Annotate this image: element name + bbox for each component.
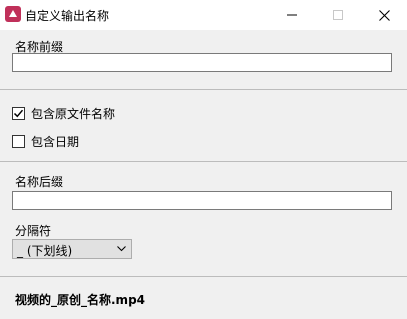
suffix-label: 名称后缀 <box>15 175 64 189</box>
separator-selected-value: _ (下划线) <box>17 244 73 258</box>
separator-select[interactable]: _ (下划线) <box>12 239 132 259</box>
title-bar: 自定义输出名称 <box>0 0 407 30</box>
minimize-icon <box>287 14 297 16</box>
minimize-button[interactable] <box>269 0 315 30</box>
close-button[interactable] <box>361 0 407 30</box>
output-name-preview: 视频的_原创_名称.mp4 <box>15 293 146 307</box>
separator-label: 分隔符 <box>15 224 52 238</box>
prefix-input[interactable] <box>12 53 392 72</box>
divider <box>0 276 407 277</box>
include-original-option[interactable]: 包含原文件名称 <box>12 105 115 122</box>
suffix-input[interactable] <box>12 191 392 210</box>
maximize-button[interactable] <box>315 0 361 30</box>
include-date-label: 包含日期 <box>31 135 80 149</box>
maximize-icon <box>333 10 343 20</box>
divider <box>0 89 407 90</box>
close-icon <box>378 9 390 21</box>
divider <box>0 161 407 162</box>
checkmark-icon <box>13 109 24 118</box>
include-original-checkbox[interactable] <box>12 107 25 120</box>
chevron-down-icon <box>117 246 126 252</box>
app-icon <box>5 6 21 22</box>
include-date-checkbox[interactable] <box>12 135 25 148</box>
include-date-option[interactable]: 包含日期 <box>12 133 79 150</box>
window-title: 自定义输出名称 <box>25 9 110 23</box>
include-original-label: 包含原文件名称 <box>31 107 116 121</box>
